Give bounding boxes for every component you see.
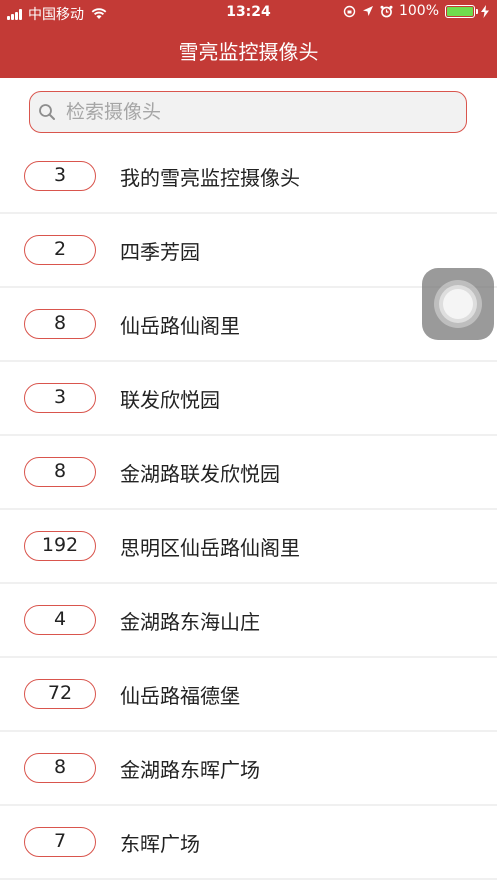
count-badge: 3 — [24, 383, 96, 413]
list-item-label: 联发欣悦园 — [120, 388, 220, 412]
list-item[interactable]: 3 我的雪亮监控摄像头 — [0, 140, 497, 214]
battery-icon — [445, 4, 478, 18]
list-item-label: 东晖广场 — [120, 832, 200, 856]
charging-icon — [481, 4, 489, 18]
assistive-touch-button[interactable] — [422, 268, 494, 340]
count-badge: 192 — [24, 531, 96, 561]
count-badge: 72 — [24, 679, 96, 709]
list-item-label: 金湖路联发欣悦园 — [120, 462, 280, 486]
list-item[interactable]: 8 金湖路东晖广场 — [0, 732, 497, 806]
list-item-label: 金湖路东晖广场 — [120, 758, 260, 782]
search-box[interactable] — [29, 91, 467, 133]
rotation-lock-icon — [343, 5, 356, 17]
count-badge: 8 — [24, 753, 96, 783]
count-badge: 7 — [24, 827, 96, 857]
camera-list: 3 我的雪亮监控摄像头 2 四季芳园 8 仙岳路仙阁里 3 联发欣悦园 8 金湖… — [0, 140, 497, 880]
battery-percent: 100% — [398, 3, 439, 19]
status-bar: 中国移动 13:24 100% — [0, 0, 497, 26]
count-badge: 8 — [24, 457, 96, 487]
list-item[interactable]: 4 金湖路东海山庄 — [0, 584, 497, 658]
list-item[interactable]: 7 东晖广场 — [0, 806, 497, 880]
list-item[interactable]: 3 联发欣悦园 — [0, 362, 497, 436]
list-item-label: 思明区仙岳路仙阁里 — [120, 536, 300, 560]
list-item-label: 我的雪亮监控摄像头 — [120, 166, 300, 190]
search-icon — [39, 104, 55, 120]
app-header: 中国移动 13:24 100% 雪亮监控摄像头 — [0, 0, 497, 78]
count-badge: 4 — [24, 605, 96, 635]
count-badge: 3 — [24, 161, 96, 191]
list-item-label: 仙岳路福德堡 — [120, 684, 240, 708]
list-item-label: 四季芳园 — [120, 240, 200, 264]
count-badge: 8 — [24, 309, 96, 339]
location-icon — [362, 6, 373, 16]
search-input[interactable] — [64, 100, 448, 124]
alarm-icon — [380, 5, 393, 17]
list-item[interactable]: 192 思明区仙岳路仙阁里 — [0, 510, 497, 584]
assistive-touch-center — [443, 289, 473, 319]
list-item-label: 仙岳路仙阁里 — [120, 314, 240, 338]
page-title: 雪亮监控摄像头 — [178, 40, 319, 64]
count-badge: 2 — [24, 235, 96, 265]
status-right: 100% — [343, 3, 489, 19]
list-item[interactable]: 72 仙岳路福德堡 — [0, 658, 497, 732]
search-bar — [0, 78, 497, 148]
list-item[interactable]: 8 金湖路联发欣悦园 — [0, 436, 497, 510]
list-item-label: 金湖路东海山庄 — [120, 610, 260, 634]
